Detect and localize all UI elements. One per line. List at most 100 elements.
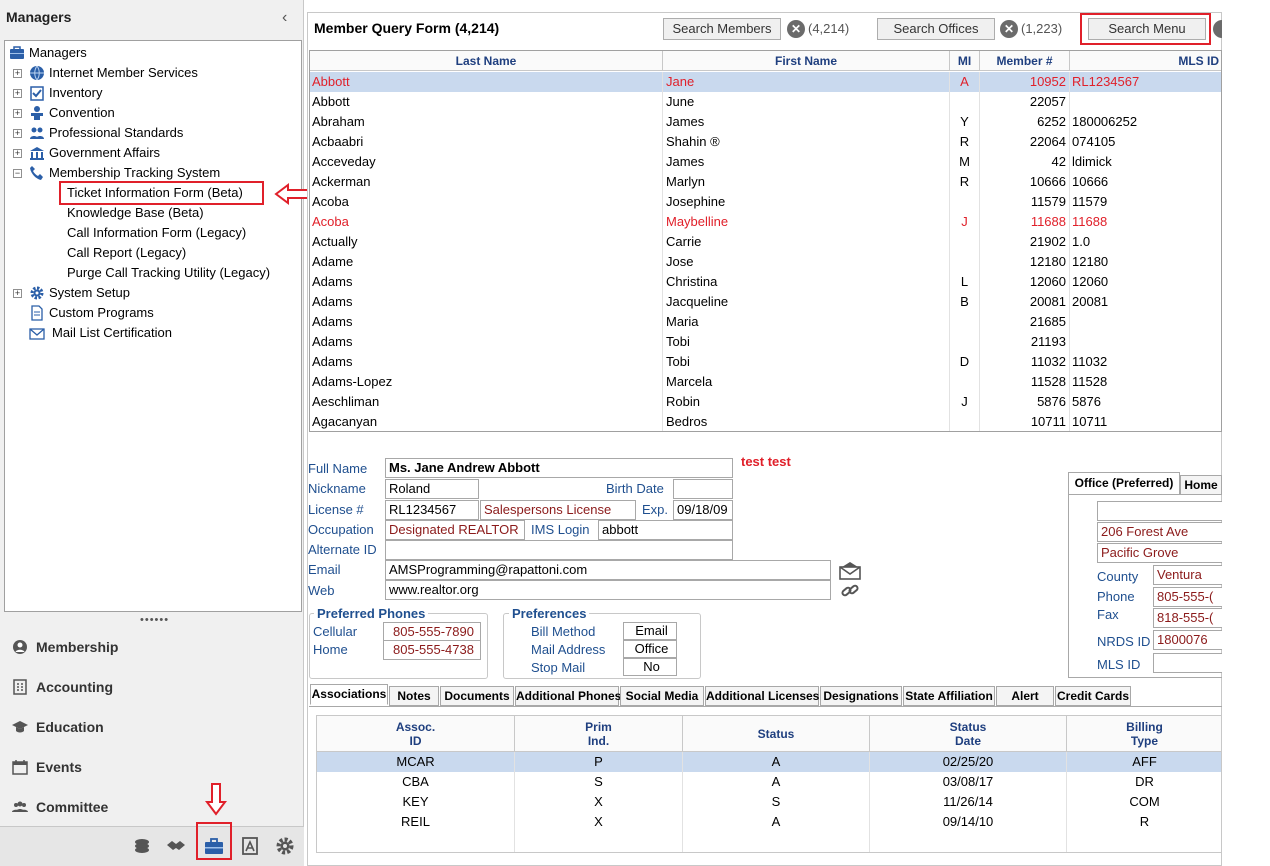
col-header-prim-ind[interactable]: Prim Ind. [515,716,683,752]
tab-documents[interactable]: Documents [440,686,514,706]
col-header-status[interactable]: Status [683,716,870,752]
office-phone-field[interactable]: 805-555-( [1153,587,1222,607]
tab-additional-licenses[interactable]: Additional Licenses [705,686,819,706]
highlight-box-search-menu [1080,13,1211,45]
col-header-first-name[interactable]: First Name [663,51,950,71]
coins-icon[interactable] [132,836,152,856]
ims-login-field[interactable]: abbott [598,520,733,540]
office-address-field[interactable]: 206 Forest Ave [1097,522,1222,542]
web-field[interactable]: www.realtor.org [385,580,831,600]
office-line1-field[interactable] [1097,501,1222,521]
nav-committee[interactable]: Committee [12,795,292,819]
tab-designations[interactable]: Designations [820,686,902,706]
tab-office-preferred[interactable]: Office (Preferred) [1068,472,1180,494]
table-row[interactable]: Adams Maria 21685 [310,312,1221,332]
nav-accounting[interactable]: Accounting [12,675,292,699]
home-phone-field[interactable]: 805-555-4738 [383,640,481,660]
expand-plus-icon[interactable]: + [13,289,22,298]
table-row[interactable]: KEY X S 11/26/14 COM [317,792,1221,812]
table-row[interactable]: Adams-Lopez Marcela 11528 11528 [310,372,1221,392]
full-name-field[interactable]: Ms. Jane Andrew Abbott [385,458,733,478]
table-row[interactable]: Ackerman Marlyn R 10666 10666 [310,172,1221,192]
county-field[interactable]: Ventura [1153,565,1222,585]
cellular-field[interactable]: 805-555-7890 [383,622,481,642]
collapse-minus-icon[interactable]: − [13,169,22,178]
col-header-member-number[interactable]: Member # [980,51,1070,71]
col-header-billing-type[interactable]: Billing Type [1067,716,1221,752]
nickname-field[interactable]: Roland [385,479,479,499]
license-type-field[interactable]: Salespersons License [480,500,636,520]
settings-gear-icon[interactable] [275,836,295,856]
nrds-id-field[interactable]: 1800076 [1153,630,1222,650]
col-header-last-name[interactable]: Last Name [310,51,663,71]
search-members-button[interactable]: Search Members [663,18,781,40]
table-row[interactable]: Agacanyan Bedros 10711 10711 [310,412,1221,431]
expand-plus-icon[interactable]: + [13,89,22,98]
search-offices-button[interactable]: Search Offices [877,18,995,40]
empty-cell [515,832,683,852]
table-row[interactable]: Acoba Josephine 11579 11579 [310,192,1221,212]
tab-social-media[interactable]: Social Media [620,686,704,706]
office-mls-id-field[interactable] [1153,653,1222,673]
col-header-assoc-id[interactable]: Assoc. ID [317,716,515,752]
expand-plus-icon[interactable]: + [13,149,22,158]
nav-membership[interactable]: Membership [12,635,292,659]
email-field[interactable]: AMSProgramming@rapattoni.com [385,560,831,580]
tab-notes[interactable]: Notes [389,686,439,706]
send-email-icon[interactable] [838,562,862,580]
tab-associations[interactable]: Associations [310,684,388,705]
bill-method-field[interactable]: Email [623,622,677,640]
table-row[interactable]: Acoba Maybelline J 11688 11688 [310,212,1221,232]
table-row[interactable]: Actually Carrie 21902 1.0 [310,232,1221,252]
tab-office-home[interactable]: Home [1180,475,1222,495]
last-name-cell: Adams [310,352,663,372]
briefcase-icon[interactable] [204,836,224,856]
tab-state-affiliation[interactable]: State Affiliation [903,686,995,706]
col-header-mi[interactable]: MI [950,51,980,71]
office-city-field[interactable]: Pacific Grove [1097,543,1222,563]
table-row[interactable]: CBA S A 03/08/17 DR [317,772,1221,792]
table-row[interactable]: Acbaabri Shahin ® R 22064 074105 [310,132,1221,152]
table-row[interactable]: Adams Jacqueline B 20081 20081 [310,292,1221,312]
splitter-handle[interactable]: •••••• [140,614,169,626]
table-row[interactable]: Abbott June 22057 [310,92,1221,112]
table-row[interactable]: Adams Tobi D 11032 11032 [310,352,1221,372]
expand-plus-icon[interactable]: + [13,69,22,78]
clear-offices-icon[interactable]: ✕ [1000,20,1018,38]
license-field[interactable]: RL1234567 [385,500,479,520]
mail-address-field[interactable]: Office [623,640,677,658]
col-header-mls-id[interactable]: MLS ID [1070,51,1221,71]
table-row[interactable]: Aeschliman Robin J 5876 5876 [310,392,1221,412]
alternate-id-field[interactable] [385,540,733,560]
table-row[interactable]: Acceveday James M 42 ldimick [310,152,1221,172]
table-row-empty[interactable] [317,832,1221,852]
contacts-icon[interactable] [240,836,260,856]
table-row[interactable]: Adams Christina L 12060 12060 [310,272,1221,292]
link-icon[interactable] [840,582,860,600]
clear-members-icon[interactable]: ✕ [787,20,805,38]
col-header-status-date[interactable]: Status Date [870,716,1067,752]
occupation-field[interactable]: Designated REALTOR [385,520,525,540]
expand-plus-icon[interactable]: + [13,109,22,118]
table-row[interactable]: MCAR P A 02/25/20 AFF [317,752,1221,772]
stop-mail-field[interactable]: No [623,658,677,676]
table-row[interactable]: Adams Tobi 21193 [310,332,1221,352]
tab-credit-cards[interactable]: Credit Cards [1055,686,1131,706]
table-row[interactable]: REIL X A 09/14/10 R [317,812,1221,832]
collapse-chevron-icon[interactable]: ‹ [282,9,287,27]
tab-alert[interactable]: Alert [996,686,1054,706]
tab-strip-baseline [309,706,1222,707]
tab-additional-phones[interactable]: Additional Phones [515,686,621,706]
office-fax-field[interactable]: 818-555-( [1153,608,1222,628]
table-row[interactable]: Abbott Jane A 10952 RL1234567 [310,72,1221,92]
table-row[interactable]: Abraham James Y 6252 180006252 [310,112,1221,132]
members-grid[interactable]: Last Name First Name MI Member # MLS ID … [309,50,1222,432]
associations-grid[interactable]: Assoc. ID Prim Ind. Status Status Date Billi… [316,715,1222,853]
nav-education[interactable]: Education [12,715,292,739]
exp-field[interactable]: 09/18/09 [673,500,733,520]
handshake-icon[interactable] [166,836,186,856]
nav-events[interactable]: Events [12,755,292,779]
birth-date-field[interactable] [673,479,733,499]
table-row[interactable]: Adame Jose 12180 12180 [310,252,1221,272]
expand-plus-icon[interactable]: + [13,129,22,138]
